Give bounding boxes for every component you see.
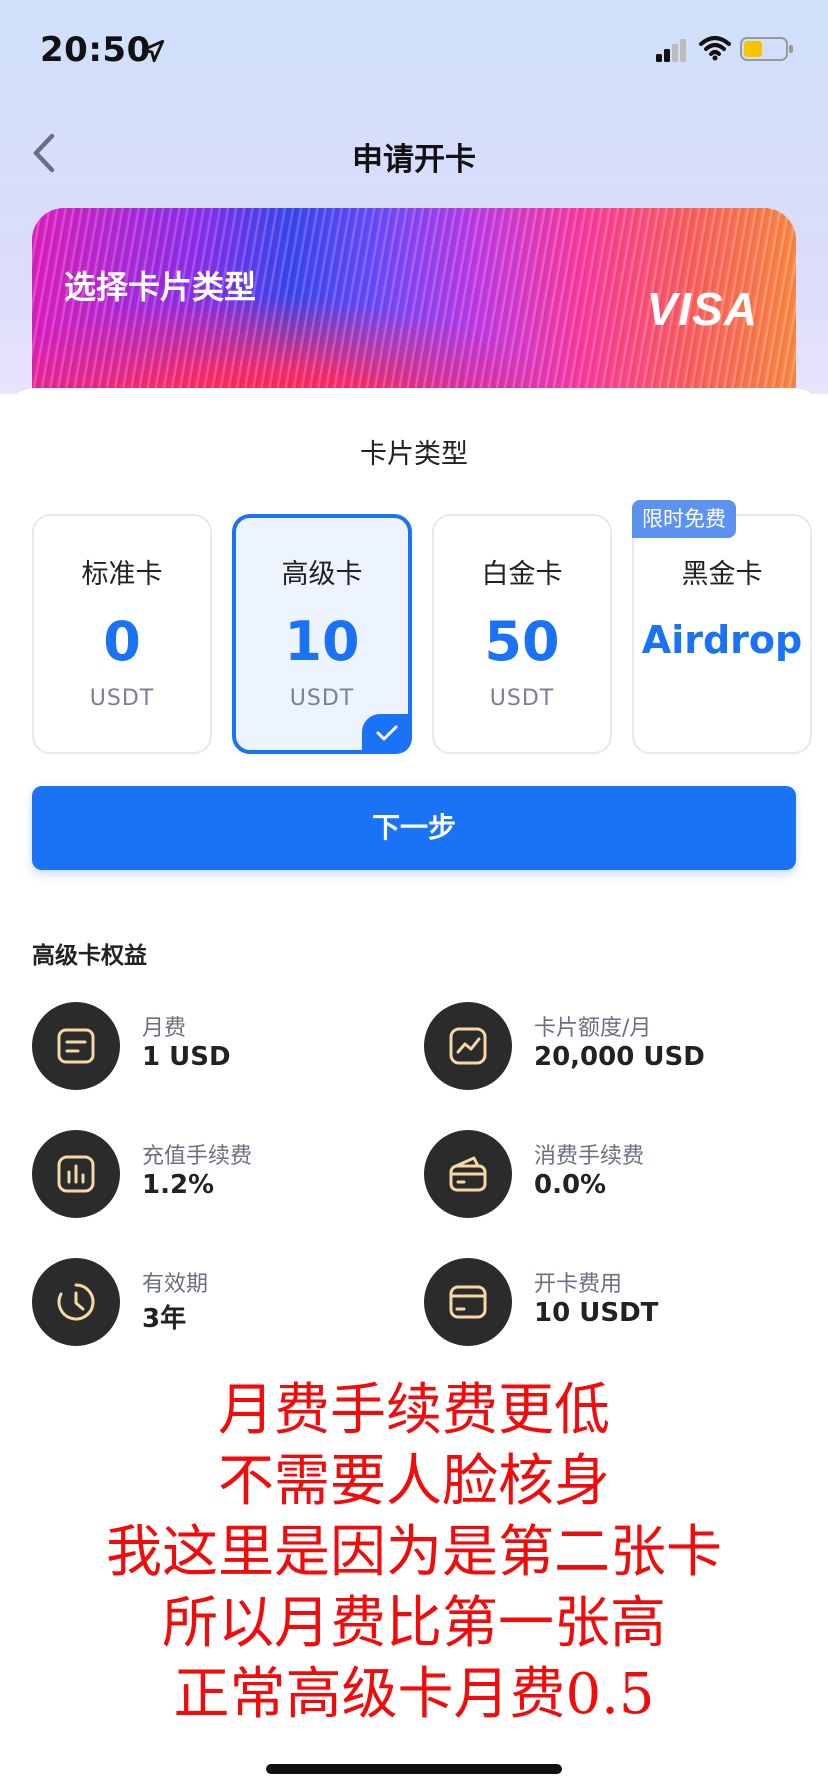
cellular-signal-icon: [656, 39, 686, 62]
tier-selector: 标准卡 0 USDT 高级卡 10 USDT 白金卡 50 USDT 限时免费 …: [32, 500, 812, 754]
card-type-title: 卡片类型: [360, 439, 468, 470]
wallet-card-icon: [449, 1156, 487, 1192]
benefits-title: 高级卡权益: [32, 943, 147, 969]
benefit-label: 充值手续费: [142, 1144, 253, 1169]
hero-card-banner: 选择卡片类型 VISA: [32, 208, 796, 408]
tier-unit: USDT: [489, 686, 555, 711]
benefit-value: 1.2%: [142, 1170, 215, 1200]
benefit-validity: 有效期 3年: [32, 1258, 392, 1348]
checkmark-icon: [376, 725, 398, 741]
benefit-icon-wrap: [424, 1002, 512, 1090]
tier-name: 高级卡: [281, 559, 363, 590]
benefit-icon-wrap: [32, 1002, 120, 1090]
benefit-icon-wrap: [424, 1258, 512, 1346]
tier-price: 50: [484, 610, 560, 673]
trend-chart-icon: [449, 1027, 487, 1065]
list-doc-icon: [57, 1028, 95, 1064]
benefit-monthly-fee: 月费 1 USD: [32, 1002, 392, 1092]
benefit-label: 开卡费用: [534, 1272, 623, 1297]
benefit-opening-fee: 开卡费用 10 USDT: [424, 1258, 784, 1348]
overlay-line: 不需要人脸核身: [218, 1449, 610, 1514]
tier-name: 标准卡: [81, 559, 163, 590]
bar-chart-icon: [57, 1155, 95, 1193]
benefit-value: 1 USD: [142, 1042, 231, 1072]
tier-card-black-gold[interactable]: 限时免费 黑金卡 Airdrop: [632, 500, 812, 754]
benefit-label: 月费: [142, 1016, 187, 1041]
hero-title: 选择卡片类型: [64, 268, 257, 306]
benefit-icon-wrap: [32, 1130, 120, 1218]
overlay-line: 我这里是因为是第二张卡: [106, 1520, 722, 1585]
tier-name: 黑金卡: [681, 559, 763, 590]
overlay-line: 月费手续费更低: [218, 1378, 610, 1443]
benefit-value: 3年: [142, 1304, 187, 1334]
benefit-icon-wrap: [32, 1258, 120, 1346]
nav-bar: 申请开卡: [0, 118, 828, 188]
battery-icon: [740, 37, 793, 61]
next-step-button[interactable]: 下一步: [32, 786, 796, 870]
card-icon: [449, 1285, 487, 1319]
tier-unit: USDT: [289, 686, 355, 711]
tier-price: 0: [103, 610, 141, 673]
tier-card-platinum[interactable]: 白金卡 50 USDT: [432, 514, 612, 754]
tier-price: Airdrop: [641, 618, 803, 662]
home-indicator[interactable]: [266, 1764, 562, 1774]
annotation-overlay: 月费手续费更低 不需要人脸核身 我这里是因为是第二张卡 所以月费比第一张高 正常…: [0, 1375, 828, 1730]
tier-price: 10: [284, 610, 360, 673]
benefit-value: 0.0%: [534, 1170, 607, 1200]
overlay-line: 正常高级卡月费0.5: [173, 1662, 655, 1727]
tier-name: 白金卡: [481, 559, 563, 590]
benefit-label: 有效期: [142, 1272, 209, 1297]
benefit-value: 10 USDT: [534, 1298, 659, 1328]
page-title: 申请开卡: [352, 142, 476, 178]
benefit-label: 卡片额度/月: [534, 1016, 652, 1041]
overlay-line: 所以月费比第一张高: [162, 1591, 666, 1656]
tier-card-standard[interactable]: 标准卡 0 USDT: [32, 514, 212, 754]
benefit-card-limit: 卡片额度/月 20,000 USD: [424, 1002, 784, 1092]
benefit-spend-fee: 消费手续费 0.0%: [424, 1130, 784, 1220]
tier-unit: USDT: [89, 686, 155, 711]
limited-free-badge: 限时免费: [632, 500, 736, 538]
benefit-icon-wrap: [424, 1130, 512, 1218]
location-arrow-icon: [141, 39, 165, 63]
selected-badge: [362, 714, 412, 754]
benefit-label: 消费手续费: [534, 1144, 645, 1169]
visa-logo: VISA: [646, 283, 758, 335]
clock-icon: [57, 1283, 95, 1321]
status-time: 20:50: [40, 30, 151, 70]
wifi-icon: [699, 36, 731, 61]
benefit-value: 20,000 USD: [534, 1042, 705, 1072]
benefit-topup-fee: 充值手续费 1.2%: [32, 1130, 392, 1220]
status-bar: 20:50: [0, 0, 828, 100]
tier-card-premium[interactable]: 高级卡 10 USDT: [232, 514, 412, 754]
